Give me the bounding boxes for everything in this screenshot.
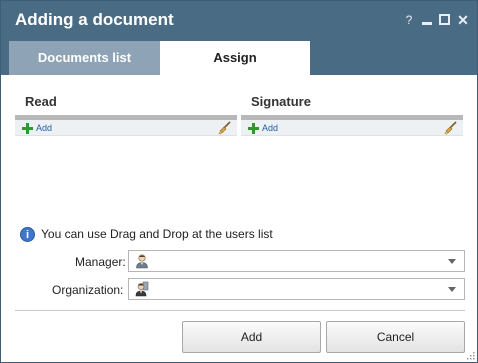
adding-document-dialog: Adding a document ? ✕ Documents list Ass… [0,0,478,363]
footer-divider [15,310,465,311]
chevron-down-icon[interactable] [440,279,464,299]
read-add-button[interactable]: Add [22,121,52,135]
signature-panel-toolbar: Add [241,120,463,136]
signature-panel: Signature Add [241,85,463,137]
organization-combobox[interactable] [128,278,465,300]
chevron-down-icon[interactable] [440,251,464,271]
signature-panel-title: Signature [251,94,311,109]
window-title: Adding a document [15,10,174,29]
broom-clear-icon[interactable] [444,121,458,135]
read-panel-title: Read [25,94,57,109]
tab-strip: Documents list Assign [1,41,477,75]
organization-label: Organization: [52,283,124,297]
user-icon [136,254,148,269]
organization-user-icon [135,281,149,297]
hint-text: You can use Drag and Drop at the users l… [41,227,273,241]
read-panel-toolbar: Add [15,120,237,136]
info-icon: i [20,226,35,242]
manager-combobox[interactable] [128,250,465,272]
manager-label: Manager: [75,255,126,269]
plus-icon [248,122,259,134]
tab-documents-list[interactable]: Documents list [9,41,160,75]
drag-drop-hint: i You can use Drag and Drop at the users… [20,226,273,242]
read-panel: Read Add [15,85,237,137]
close-icon[interactable]: ✕ [456,12,470,28]
add-button[interactable]: Add [182,321,321,353]
plus-icon [22,122,33,134]
title-bar[interactable]: Adding a document ? ✕ [1,1,477,41]
read-add-label: Add [36,123,53,133]
minimize-icon[interactable] [420,12,434,28]
cancel-button[interactable]: Cancel [326,321,465,353]
resize-grip-icon[interactable] [466,351,475,360]
signature-add-label: Add [262,123,279,133]
maximize-icon[interactable] [438,12,452,28]
signature-add-button[interactable]: Add [248,121,278,135]
broom-clear-icon[interactable] [218,121,232,135]
tab-assign[interactable]: Assign [160,41,310,75]
help-icon[interactable]: ? [402,12,416,28]
